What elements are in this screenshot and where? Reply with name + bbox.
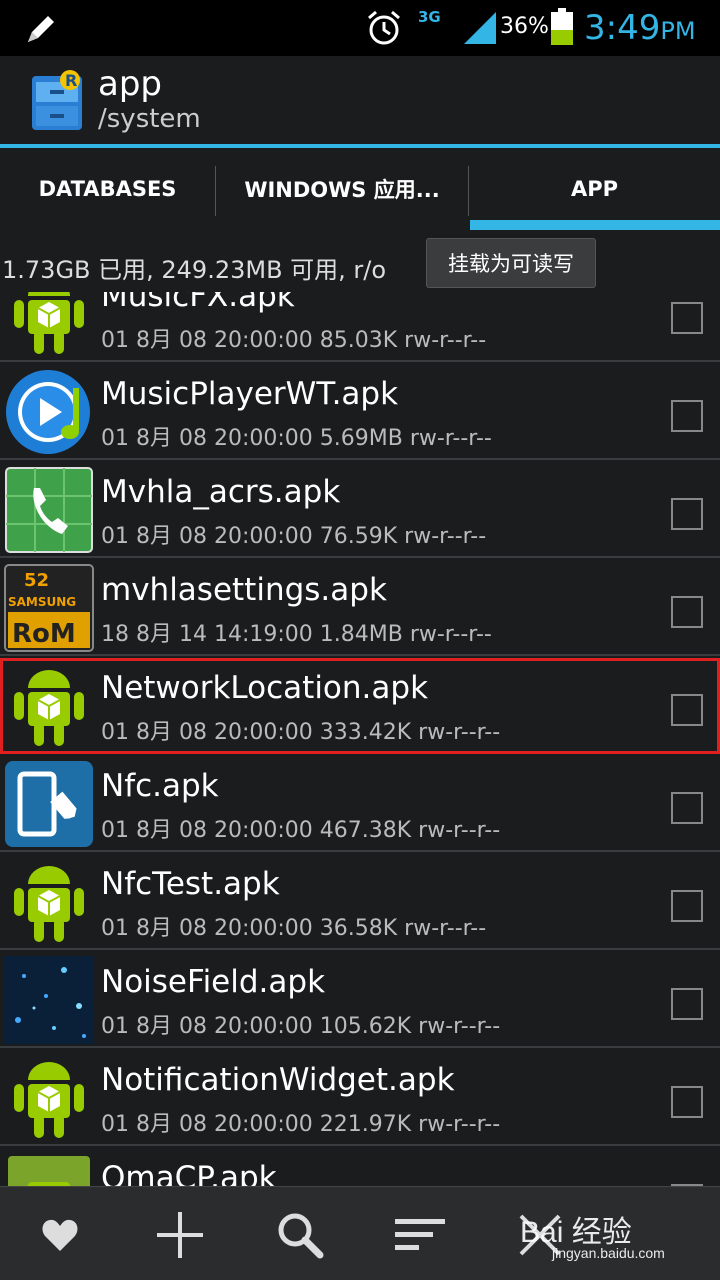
android-icon xyxy=(14,866,84,942)
alarm-icon xyxy=(368,10,400,45)
file-meta: 01 8月 08 20:00:00 5.69MB rw-r--r-- xyxy=(101,426,492,451)
file-meta: 01 8月 08 20:00:00 36.58K rw-r--r-- xyxy=(101,916,487,941)
clock-time: 3:49 xyxy=(584,8,661,48)
noisefield-icon xyxy=(4,956,94,1044)
list-item[interactable]: NoiseField.apk 01 8月 08 20:00:00 105.62K… xyxy=(0,952,720,1048)
svg-text:SAMSUNG: SAMSUNG xyxy=(8,595,76,609)
select-checkbox[interactable] xyxy=(671,1086,703,1118)
file-name: MusicFX.apk xyxy=(101,292,295,314)
file-list[interactable]: MusicFX.apk 01 8月 08 20:00:00 85.03K rw-… xyxy=(0,292,720,1186)
file-meta: 01 8月 08 20:00:00 105.62K rw-r--r-- xyxy=(101,1014,501,1039)
active-tab-indicator xyxy=(470,220,720,230)
select-checkbox[interactable] xyxy=(671,498,703,530)
file-meta: 18 8月 14 14:19:00 1.84MB rw-r--r-- xyxy=(101,622,492,647)
remount-rw-button[interactable]: 挂载为可读写 xyxy=(426,238,596,288)
clock: 3:49PM xyxy=(584,8,696,48)
svg-text:R: R xyxy=(65,71,77,90)
file-name: mvhlasettings.apk xyxy=(101,572,387,608)
list-item[interactable]: MusicFX.apk 01 8月 08 20:00:00 85.03K rw-… xyxy=(0,292,720,362)
tab-app[interactable]: APP xyxy=(469,148,720,230)
select-checkbox[interactable] xyxy=(671,302,703,334)
file-name: NfcTest.apk xyxy=(101,866,280,902)
edit-icon xyxy=(28,16,54,42)
file-meta: 01 8月 08 20:00:00 76.59K rw-r--r-- xyxy=(101,524,487,549)
list-item[interactable]: MusicPlayerWT.apk 01 8月 08 20:00:00 5.69… xyxy=(0,364,720,460)
search-icon xyxy=(278,1213,324,1259)
storage-info-bar: 1.73GB 已用, 249.23MB 可用, r/o 挂载为可读写 xyxy=(0,230,720,292)
bottom-toolbar: Bai 经验 jingyan.baidu.com xyxy=(0,1186,720,1280)
file-name: Mvhla_acrs.apk xyxy=(101,474,341,510)
select-checkbox[interactable] xyxy=(671,400,703,432)
file-name: OmaCP.apk xyxy=(101,1160,277,1186)
list-item[interactable]: NfcTest.apk 01 8月 08 20:00:00 36.58K rw-… xyxy=(0,854,720,950)
file-meta: 01 8月 08 20:00:00 85.03K rw-r--r-- xyxy=(101,328,487,353)
current-path: /system xyxy=(98,104,201,134)
tab-bar: DATABASES WINDOWS 应用... APP xyxy=(0,144,720,230)
list-item[interactable]: Mvhla_acrs.apk 01 8月 08 20:00:00 76.59K … xyxy=(0,462,720,558)
clock-suffix: PM xyxy=(660,17,696,45)
list-item-highlighted[interactable]: NetworkLocation.apk 01 8月 08 20:00:00 33… xyxy=(0,658,720,754)
list-item[interactable]: OmaCP.apk xyxy=(0,1148,720,1186)
battery-icon xyxy=(551,8,573,45)
search-button[interactable] xyxy=(270,1205,330,1265)
android-icon xyxy=(14,292,84,354)
file-name: NetworkLocation.apk xyxy=(101,670,429,706)
battery-percent: 36% xyxy=(500,14,549,39)
add-icon xyxy=(157,1212,203,1258)
file-name: MusicPlayerWT.apk xyxy=(101,376,399,412)
favorite-icon xyxy=(42,1219,78,1251)
file-name: Nfc.apk xyxy=(101,768,219,804)
svg-text:52: 52 xyxy=(24,570,49,591)
list-item[interactable]: NotificationWidget.apk 01 8月 08 20:00:00… xyxy=(0,1050,720,1146)
storage-info: 1.73GB 已用, 249.23MB 可用, r/o xyxy=(2,256,387,284)
favorite-button[interactable] xyxy=(30,1205,90,1265)
svg-text:RoM: RoM xyxy=(12,619,76,649)
page-title: app xyxy=(98,64,162,104)
tab-windows-apps[interactable]: WINDOWS 应用... xyxy=(216,148,468,230)
root-explorer-logo-icon[interactable]: R xyxy=(28,68,86,132)
status-bar: 3G 36% 3:49PM xyxy=(0,0,720,56)
file-name: NoiseField.apk xyxy=(101,964,326,1000)
select-checkbox[interactable] xyxy=(671,890,703,922)
file-meta: 01 8月 08 20:00:00 221.97K rw-r--r-- xyxy=(101,1112,501,1137)
sort-icon xyxy=(395,1219,445,1250)
list-item[interactable]: 52 SAMSUNG RoM mvhlasettings.apk 18 8月 1… xyxy=(0,560,720,656)
sort-button[interactable] xyxy=(390,1205,450,1265)
android-icon xyxy=(14,670,84,746)
select-checkbox[interactable] xyxy=(671,988,703,1020)
file-meta: 01 8月 08 20:00:00 333.42K rw-r--r-- xyxy=(101,720,501,745)
list-item[interactable]: Nfc.apk 01 8月 08 20:00:00 467.38K rw-r--… xyxy=(0,756,720,852)
phone-icon xyxy=(5,467,93,553)
file-meta: 01 8月 08 20:00:00 467.38K rw-r--r-- xyxy=(101,818,501,843)
samsung-rom-icon: 52 SAMSUNG RoM xyxy=(4,564,94,652)
network-type: 3G xyxy=(418,8,441,26)
select-checkbox[interactable] xyxy=(671,792,703,824)
add-button[interactable] xyxy=(150,1205,210,1265)
signal-icon xyxy=(464,12,496,44)
select-checkbox[interactable] xyxy=(671,694,703,726)
android-icon xyxy=(8,1156,90,1186)
tab-databases[interactable]: DATABASES xyxy=(0,148,215,230)
music-player-icon xyxy=(6,370,90,454)
nfc-icon xyxy=(5,761,93,847)
action-bar: R app /system xyxy=(0,56,720,144)
baidu-watermark-url: jingyan.baidu.com xyxy=(552,1245,665,1261)
file-name: NotificationWidget.apk xyxy=(101,1062,455,1098)
android-icon xyxy=(14,1062,84,1138)
select-checkbox[interactable] xyxy=(671,596,703,628)
